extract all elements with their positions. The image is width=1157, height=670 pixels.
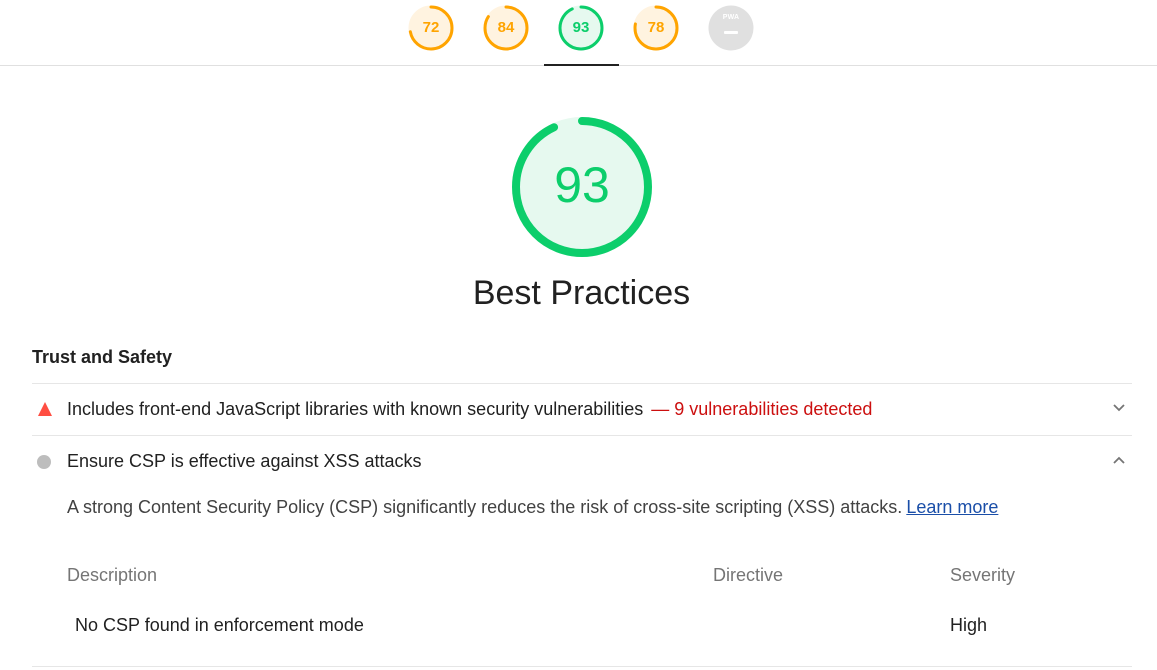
score-value: 93 bbox=[572, 19, 590, 36]
score-nav: 72 84 93 78 PWA bbox=[0, 0, 1157, 66]
score-gauge-4[interactable]: 78 bbox=[633, 5, 679, 51]
table-cell-description: No CSP found in enforcement mode bbox=[75, 615, 364, 635]
score-gauge-2[interactable]: 84 bbox=[483, 5, 529, 51]
table-header-severity: Severity bbox=[950, 565, 1016, 585]
score-value: 72 bbox=[422, 19, 440, 36]
audit-js-libraries[interactable]: Includes front-end JavaScript libraries … bbox=[32, 384, 1132, 434]
triangle-icon bbox=[38, 402, 52, 416]
pwa-dash-icon bbox=[724, 31, 738, 34]
audit-csp-xss[interactable]: Ensure CSP is effective against XSS atta… bbox=[32, 436, 1132, 486]
audit-description-text: A strong Content Security Policy (CSP) s… bbox=[67, 497, 903, 517]
chevron-up-icon[interactable] bbox=[1112, 455, 1126, 465]
audit-description: A strong Content Security Policy (CSP) s… bbox=[67, 497, 998, 518]
audit-title-text: Includes front-end JavaScript libraries … bbox=[67, 399, 644, 419]
group-title: Trust and Safety bbox=[32, 347, 173, 367]
pwa-label: PWA bbox=[722, 14, 740, 21]
table-cell-severity: High bbox=[950, 615, 988, 635]
category-score-value: 93 bbox=[554, 157, 610, 213]
pwa-badge[interactable]: PWA bbox=[708, 5, 754, 51]
learn-more-link[interactable]: Learn more bbox=[906, 497, 998, 517]
table-header-description: Description bbox=[67, 565, 158, 585]
score-value: 78 bbox=[647, 19, 665, 36]
audit-title: Ensure CSP is effective against XSS atta… bbox=[67, 451, 422, 471]
score-gauge-1[interactable]: 72 bbox=[408, 5, 454, 51]
category-title: Best Practices bbox=[472, 274, 691, 312]
chevron-down-icon[interactable] bbox=[1112, 403, 1126, 413]
score-value: 84 bbox=[497, 19, 515, 36]
table-header-directive: Directive bbox=[713, 565, 784, 585]
pwa-badge-icon bbox=[708, 5, 754, 51]
circle-icon bbox=[37, 455, 51, 469]
score-gauge-3-active[interactable]: 93 bbox=[558, 5, 604, 51]
active-tab-indicator bbox=[544, 64, 619, 66]
category-score-gauge: 93 bbox=[510, 115, 654, 259]
divider bbox=[32, 666, 1132, 667]
audit-display-value: — 9 vulnerabilities detected bbox=[651, 399, 873, 419]
audit-title: Includes front-end JavaScript libraries … bbox=[67, 384, 872, 434]
